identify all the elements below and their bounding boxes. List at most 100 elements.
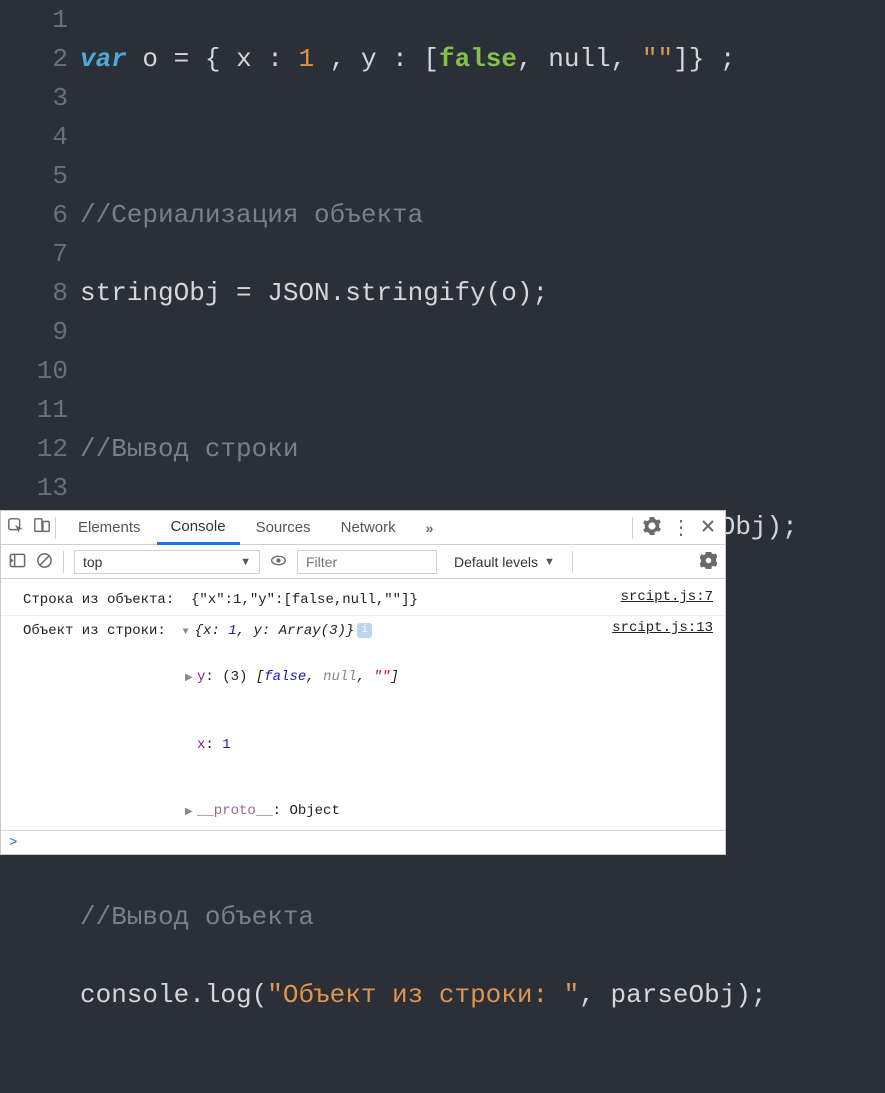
source-link[interactable]: srcipt.js:7 bbox=[611, 589, 713, 605]
brace: } bbox=[689, 44, 705, 74]
line-number: 3 bbox=[0, 79, 68, 118]
clear-console-icon[interactable] bbox=[36, 552, 53, 572]
log-levels-selector[interactable]: Default levels ▼ bbox=[447, 550, 562, 574]
obj-num: 1 bbox=[228, 623, 236, 639]
separator bbox=[572, 551, 573, 573]
line-number: 13 bbox=[0, 469, 68, 508]
code-line: //Вывод объекта bbox=[80, 898, 885, 937]
devtools-left-icons bbox=[7, 517, 56, 539]
log-value: {"x":1,"y":[false,null,""]} bbox=[191, 592, 418, 608]
string-empty: "" bbox=[642, 44, 673, 74]
colon: : bbox=[392, 44, 408, 74]
live-expression-icon[interactable] bbox=[270, 552, 287, 572]
devtools-tabbar: Elements Console Sources Network » ⋮ bbox=[1, 511, 725, 545]
inspect-icon[interactable] bbox=[7, 517, 25, 538]
comment: //Вывод строки bbox=[80, 434, 298, 464]
number-1: 1 bbox=[299, 44, 315, 74]
string: "" bbox=[374, 669, 391, 685]
info-icon[interactable]: i bbox=[357, 623, 372, 638]
settings-icon[interactable] bbox=[643, 517, 661, 538]
expand-icon[interactable] bbox=[185, 666, 197, 690]
separator bbox=[632, 517, 633, 539]
console-sidebar-toggle-icon[interactable] bbox=[9, 552, 26, 572]
log-message: Объект из строки: {x: 1, y: Array(3)}i y… bbox=[23, 620, 602, 824]
tab-console[interactable]: Console bbox=[157, 511, 240, 545]
tabs-overflow[interactable]: » bbox=[418, 520, 442, 536]
comment: //Сериализация объекта bbox=[80, 200, 423, 230]
more-menu-icon[interactable]: ⋮ bbox=[671, 518, 691, 538]
separator bbox=[63, 551, 64, 573]
levels-label: Default levels bbox=[454, 554, 538, 570]
comment: //Вывод объекта bbox=[80, 902, 314, 932]
null: null bbox=[323, 669, 357, 685]
code-line bbox=[80, 118, 885, 157]
semicolon: ; bbox=[720, 44, 736, 74]
bracket: ] bbox=[390, 669, 398, 685]
prop-key: x bbox=[197, 737, 205, 753]
expand-icon[interactable] bbox=[185, 800, 197, 824]
console-toolbar: top ▼ Default levels ▼ bbox=[1, 545, 725, 579]
comma: , bbox=[357, 669, 374, 685]
bracket: [ bbox=[256, 669, 264, 685]
log-prefix: Строка из объекта: bbox=[23, 592, 191, 608]
proto-val: Object bbox=[289, 803, 339, 819]
key-y: y bbox=[361, 44, 377, 74]
console-prompt[interactable]: > bbox=[1, 830, 725, 854]
chevron-down-icon: ▼ bbox=[544, 556, 555, 568]
code-line: //Сериализация объекта bbox=[80, 196, 885, 235]
null: null bbox=[548, 44, 610, 74]
obj-summary: , y: Array(3)} bbox=[237, 623, 355, 639]
number: 1 bbox=[222, 737, 230, 753]
comma: , bbox=[611, 44, 642, 74]
call: console.log( bbox=[80, 980, 267, 1010]
code-editor: 1 2 3 4 5 6 7 8 9 10 11 12 13 var o = { … bbox=[0, 0, 885, 510]
line-number: 2 bbox=[0, 40, 68, 79]
op-eq: = bbox=[174, 44, 190, 74]
keyword-var: var bbox=[80, 44, 127, 74]
log-entry: Строка из объекта: {"x":1,"y":[false,nul… bbox=[1, 585, 725, 616]
code-line: console.log("Объект из строки: ", parseO… bbox=[80, 976, 885, 1015]
comma: , bbox=[306, 669, 323, 685]
devtools-panel: Elements Console Sources Network » ⋮ top… bbox=[0, 510, 726, 855]
line-number: 8 bbox=[0, 274, 68, 313]
console-filter-input[interactable] bbox=[297, 550, 437, 574]
array-len: (3) bbox=[222, 669, 247, 685]
expand-icon[interactable] bbox=[183, 620, 195, 644]
chevron-down-icon: ▼ bbox=[240, 556, 251, 568]
device-toggle-icon[interactable] bbox=[33, 517, 51, 538]
line-number: 12 bbox=[0, 430, 68, 469]
brace: { bbox=[205, 44, 221, 74]
string: "Объект из строки: " bbox=[267, 980, 579, 1010]
bool: false bbox=[264, 669, 306, 685]
comma: , bbox=[517, 44, 548, 74]
tab-network[interactable]: Network bbox=[327, 511, 410, 545]
source-link[interactable]: srcipt.js:13 bbox=[602, 620, 713, 636]
tab-sources[interactable]: Sources bbox=[242, 511, 325, 545]
code-line: var o = { x : 1 , y : [false, null, ""]}… bbox=[80, 40, 885, 79]
console-settings-icon[interactable] bbox=[700, 552, 717, 572]
line-number-gutter: 1 2 3 4 5 6 7 8 9 10 11 12 13 bbox=[0, 0, 80, 510]
code-line bbox=[80, 352, 885, 391]
call-end: , parseObj); bbox=[579, 980, 766, 1010]
close-icon[interactable] bbox=[701, 519, 715, 536]
bracket: ] bbox=[673, 44, 689, 74]
log-message: Строка из объекта: {"x":1,"y":[false,nul… bbox=[23, 589, 611, 611]
tab-elements[interactable]: Elements bbox=[64, 511, 155, 545]
statement: stringObj = JSON.stringify(o); bbox=[80, 278, 548, 308]
console-log-area: Строка из объекта: {"x":1,"y":[false,nul… bbox=[1, 579, 725, 830]
obj-summary: {x: bbox=[195, 623, 229, 639]
ident-o: o bbox=[142, 44, 158, 74]
line-number: 4 bbox=[0, 118, 68, 157]
execution-context-selector[interactable]: top ▼ bbox=[74, 550, 260, 574]
log-entry: Объект из строки: {x: 1, y: Array(3)}i y… bbox=[1, 616, 725, 828]
code-line: //Вывод строки bbox=[80, 430, 885, 469]
line-number: 5 bbox=[0, 157, 68, 196]
colon: : bbox=[267, 44, 283, 74]
line-number: 11 bbox=[0, 391, 68, 430]
log-prefix: Объект из строки: bbox=[23, 623, 183, 639]
bool-false: false bbox=[439, 44, 517, 74]
code-area[interactable]: var o = { x : 1 , y : [false, null, ""]}… bbox=[80, 0, 885, 510]
prop-key: y bbox=[197, 669, 205, 685]
line-number: 7 bbox=[0, 235, 68, 274]
key-x: x bbox=[236, 44, 252, 74]
